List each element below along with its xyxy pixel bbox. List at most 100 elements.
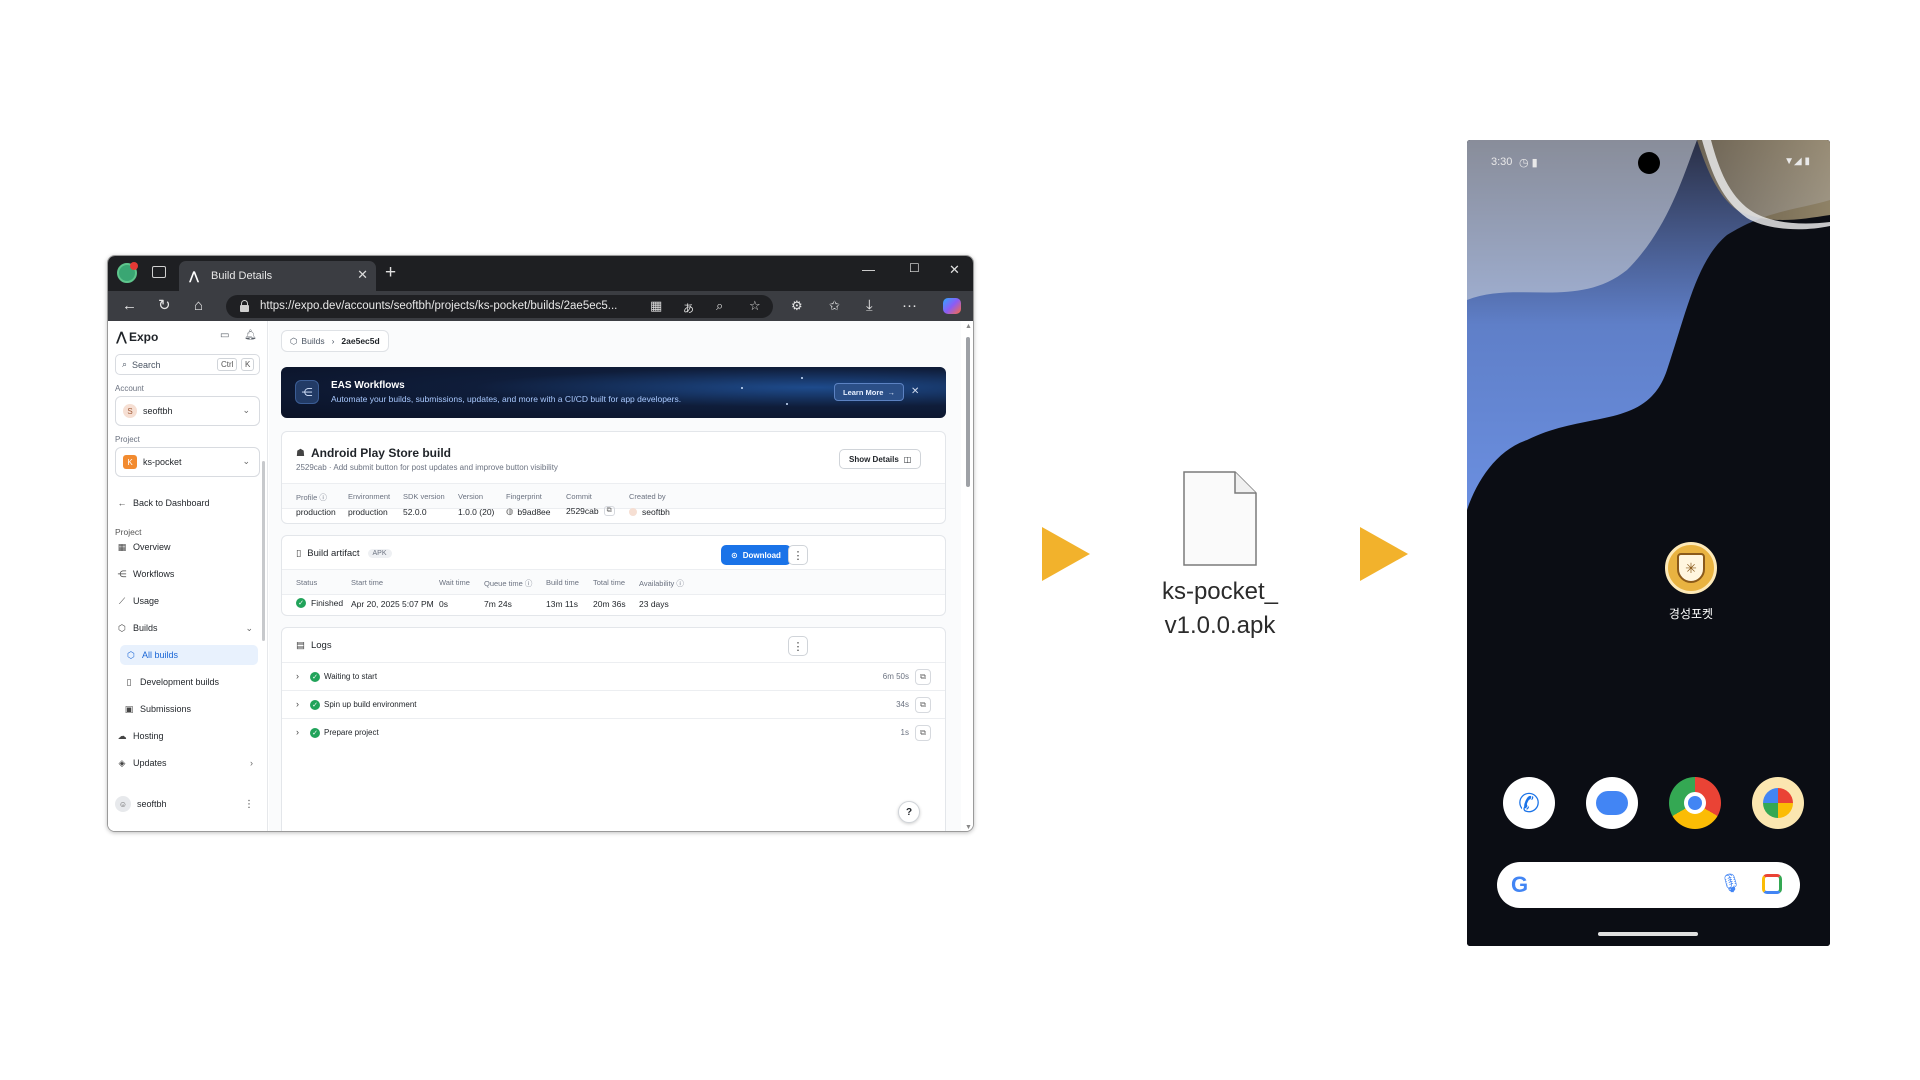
layers-icon: ◈ (118, 757, 126, 768)
url-text: https://expo.dev/accounts/seoftbh/projec… (260, 300, 618, 312)
photos-app-icon[interactable] (1752, 777, 1804, 829)
fingerprint-value: b9ad8ee (517, 506, 551, 517)
ks-pocket-app-icon[interactable]: ✳ (1665, 542, 1717, 594)
app-label: 경성포켓 (1668, 607, 1714, 621)
sidebar-item-label: All builds (142, 650, 179, 660)
log-row[interactable]: › ✓ Waiting to start 6m 50s ⧉ (282, 662, 945, 690)
sidebar-item-hosting[interactable]: ☁ Hosting (115, 726, 164, 746)
more-icon[interactable]: ··· (902, 297, 917, 314)
user-menu[interactable]: ☺ seoftbh ⋮ (115, 791, 260, 817)
file-icon: ▯ (126, 676, 132, 687)
copy-icon[interactable]: ⧉ (603, 506, 615, 516)
sidebar-item-all-builds[interactable]: ⬡ All builds (120, 645, 258, 665)
expo-logo[interactable]: ⋀ Expo (116, 329, 158, 345)
artifact-more-button[interactable]: ⋮ (788, 545, 808, 565)
back-label: Back to Dashboard (133, 498, 210, 508)
tab-build-details[interactable]: ⋀ Build Details ✕ (179, 261, 376, 291)
minimize-button[interactable]: — (862, 262, 875, 277)
account-avatar: S (123, 404, 137, 418)
sidebar-item-builds[interactable]: ⬡ Builds ⌄ (115, 618, 253, 638)
copy-icon[interactable]: ⧉ (915, 725, 931, 741)
search-input[interactable]: ⌕ Search Ctrl K (115, 354, 260, 375)
profile-icon[interactable] (117, 262, 138, 283)
account-selector[interactable]: S seoftbh ⌄ (115, 396, 260, 426)
url-field[interactable]: https://expo.dev/accounts/seoftbh/projec… (226, 295, 773, 318)
mic-icon[interactable]: 🎙︎ (1719, 873, 1742, 894)
sidebar-scrollbar[interactable] (262, 461, 265, 641)
lock-icon (240, 300, 249, 312)
zoom-icon[interactable]: ⌕ (716, 298, 723, 314)
sidebar-item-workflows[interactable]: ⋲ Workflows (115, 564, 175, 584)
sidebar-item-submissions[interactable]: ▣ Submissions (122, 699, 191, 719)
queue-time-value: 7m 24s (484, 599, 512, 609)
copilot-icon[interactable] (943, 298, 961, 314)
chevron-right-icon[interactable]: › (296, 671, 299, 681)
translate-icon[interactable]: あ (683, 300, 694, 316)
scroll-up-icon[interactable]: ▲ (965, 323, 972, 330)
chevron-right-icon[interactable]: › (296, 699, 299, 709)
download-icon[interactable]: ⤓ (866, 297, 873, 314)
breadcrumb-builds-link[interactable]: Builds (301, 336, 324, 346)
home-icon[interactable]: ⌂ (194, 297, 203, 314)
star-icon[interactable]: ☆ (749, 298, 761, 314)
created-by-value: seoftbh (629, 507, 670, 517)
close-window-button[interactable]: ✕ (949, 262, 960, 278)
header-start-time: Start time (351, 578, 384, 587)
build-time-value: 13m 11s (546, 599, 578, 609)
lens-icon[interactable] (1762, 874, 1782, 894)
commit-hash: 2529cab (566, 506, 599, 516)
scroll-down-icon[interactable]: ▼ (965, 824, 972, 831)
camera-cutout (1638, 152, 1660, 174)
signal-battery-icon: ▼◢ ▮ (1784, 156, 1810, 167)
apk-tag: APK (367, 549, 392, 558)
pinwheel-icon (1763, 788, 1793, 818)
log-row[interactable]: › ✓ Spin up build environment 34s ⧉ (282, 690, 945, 718)
bell-icon[interactable]: 🔔︎ (244, 330, 257, 341)
chevron-right-icon[interactable]: › (296, 727, 299, 737)
scrollbar-thumb[interactable] (966, 337, 970, 487)
info-icon: ⓘ (524, 579, 533, 588)
logs-more-button[interactable]: ⋮ (788, 636, 808, 656)
back-arrow-icon[interactable]: ← (122, 297, 137, 314)
refresh-icon[interactable]: ↻ (158, 297, 171, 314)
reader-icon[interactable]: ▦ (650, 298, 662, 314)
header-wait-time: Wait time (439, 578, 470, 587)
sidebar-item-overview[interactable]: ▦ Overview (115, 537, 171, 557)
phone-app-icon[interactable]: ✆ (1503, 777, 1555, 829)
gesture-nav-bar[interactable] (1598, 932, 1698, 936)
log-duration: 6m 50s (882, 672, 909, 681)
page-scrollbar[interactable]: ▲ ▼ (965, 323, 972, 831)
favorites-icon[interactable]: ✩ (829, 297, 840, 314)
fingerprint-link[interactable]: ◍ b9ad8ee (506, 506, 551, 517)
copy-icon[interactable]: ⧉ (915, 669, 931, 685)
back-to-dashboard-link[interactable]: ← Back to Dashboard (115, 493, 210, 513)
tab-close-icon[interactable]: ✕ (357, 268, 368, 282)
learn-more-button[interactable]: Learn More → (834, 383, 904, 401)
download-button[interactable]: ⊙ Download (721, 545, 791, 565)
maximize-button[interactable]: ☐ (909, 261, 920, 275)
build-subtitle: 2529cab · Add submit button for post upd… (296, 463, 558, 472)
check-circle-icon: ✓ (310, 728, 320, 738)
more-vertical-icon[interactable]: ⋮ (244, 799, 254, 810)
google-search-bar[interactable]: G 🎙︎ (1497, 862, 1800, 908)
extensions-icon[interactable]: ⚙ (791, 297, 803, 314)
project-selector[interactable]: K ks-pocket ⌄ (115, 447, 260, 477)
expo-page: ⋀ Expo ▭ 🔔︎ ⌕ Search Ctrl K Account S se… (108, 321, 973, 831)
status-value: ✓ Finished (296, 598, 343, 608)
cube-icon: ⬡ (118, 622, 126, 633)
show-details-button[interactable]: Show Details ◫ (839, 449, 922, 469)
copy-icon[interactable]: ⧉ (915, 697, 931, 713)
header-build-time: Build time (546, 578, 579, 587)
chrome-app-icon[interactable] (1669, 777, 1721, 829)
log-row[interactable]: › ✓ Prepare project 1s ⧉ (282, 718, 945, 746)
help-button[interactable]: ? (898, 801, 920, 823)
messages-app-icon[interactable] (1586, 777, 1638, 829)
log-label: Waiting to start (324, 672, 378, 681)
new-tab-button[interactable]: + (385, 261, 396, 285)
sidebar-item-development-builds[interactable]: ▯ Development builds (122, 672, 220, 692)
tab-actions-icon[interactable] (152, 266, 166, 278)
docs-icon[interactable]: ▭ (220, 330, 229, 341)
sidebar-item-updates[interactable]: ◈ Updates › (115, 753, 253, 773)
sidebar-item-usage[interactable]: ⟋ Usage (115, 591, 159, 611)
close-icon[interactable]: ✕ (911, 386, 919, 397)
